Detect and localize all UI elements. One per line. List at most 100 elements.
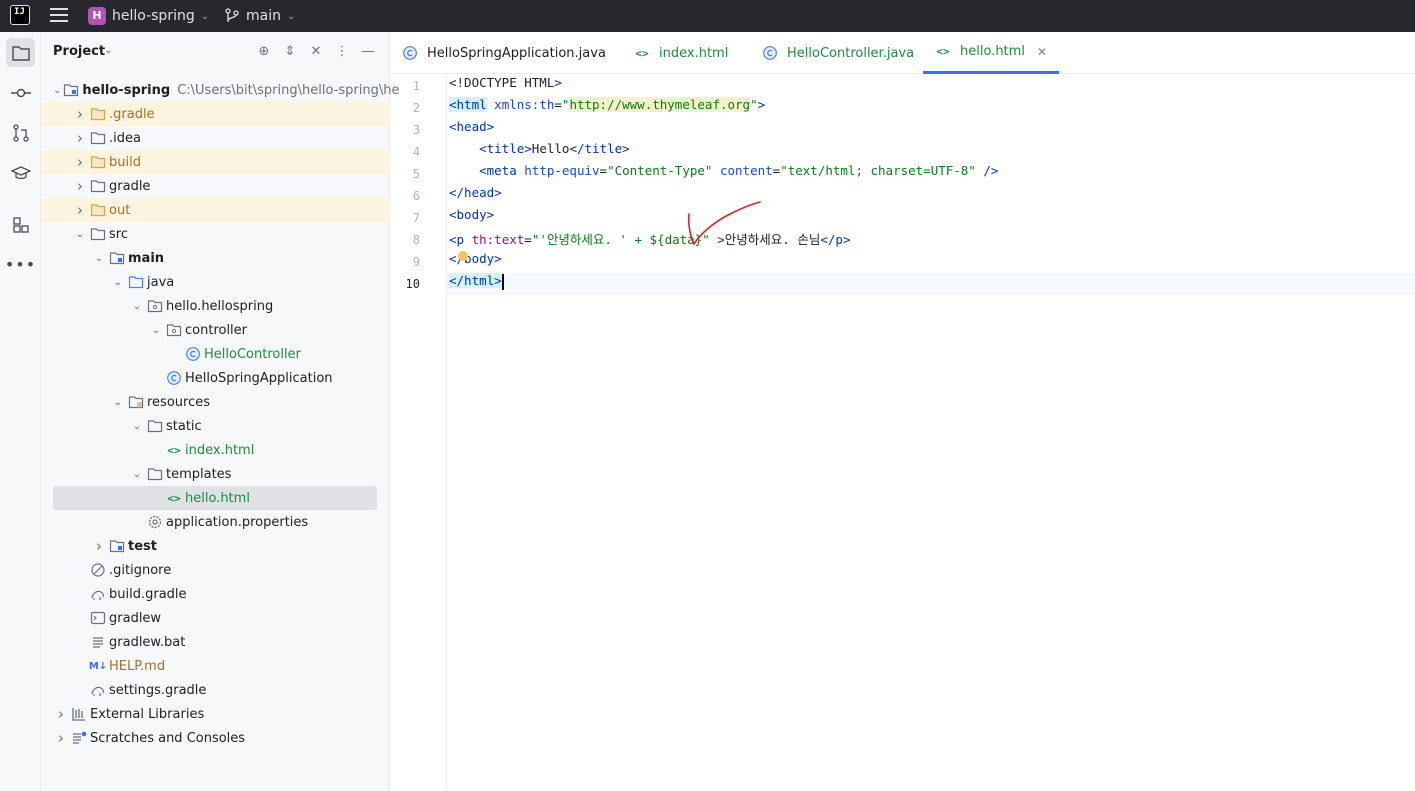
tab-hellocontroller-java[interactable]: HelloController.java	[762, 32, 914, 74]
code-line[interactable]: <head>	[447, 119, 1415, 141]
chevron-down-icon[interactable]: ⌄	[148, 325, 164, 336]
tab-index-html[interactable]: <> index.html	[634, 32, 728, 74]
java-class-icon	[402, 45, 418, 61]
code-editor[interactable]: <!DOCTYPE HTML> <html xmlns:th="http://ww…	[447, 74, 1415, 791]
code-line[interactable]: <p th:text="'안녕하세요. ' + ${data}" >안녕하세요.…	[447, 229, 1415, 251]
tree-item-hellocontroller[interactable]: HelloController	[41, 342, 390, 366]
project-switcher[interactable]: H hello-spring ⌄	[88, 3, 209, 29]
libraries-icon	[71, 706, 87, 722]
tree-item-hello-html[interactable]: <> hello.html	[41, 486, 390, 510]
tree-item-templates[interactable]: ⌄ templates	[41, 462, 390, 486]
tree-item-java[interactable]: ⌄ java	[41, 270, 390, 294]
commit-tool-button[interactable]	[6, 78, 35, 107]
tree-item-gradlew-bat[interactable]: gradlew.bat	[41, 630, 390, 654]
tree-item-hello-hellospring[interactable]: ⌄ hello.hellospring	[41, 294, 390, 318]
code-line[interactable]: <title>Hello</title>	[447, 141, 1415, 163]
options-icon[interactable]: ⋮	[334, 44, 350, 60]
tree-item-label: build	[109, 154, 141, 170]
chevron-right-icon[interactable]: ›	[91, 537, 107, 555]
chevron-down-icon[interactable]: ⌄	[129, 421, 145, 432]
tree-item-index-html[interactable]: <> index.html	[41, 438, 390, 462]
tree-item-label: build.gradle	[109, 586, 187, 602]
tree-item-build[interactable]: › build	[41, 150, 390, 174]
chevron-down-icon[interactable]: ⌄	[129, 301, 145, 312]
tree-item-hellospringapplication[interactable]: HelloSpringApplication	[41, 366, 390, 390]
code-line[interactable]: <meta http-equiv="Content-Type" content=…	[447, 163, 1415, 185]
tree-item-label: gradlew.bat	[109, 634, 186, 650]
tree-item-settings-gradle[interactable]: settings.gradle	[41, 678, 390, 702]
html-file-icon: <>	[167, 491, 181, 505]
chevron-right-icon[interactable]: ›	[72, 201, 88, 219]
intellij-logo-icon[interactable]: IJ	[10, 5, 30, 25]
tree-item-main[interactable]: ⌄ main	[41, 246, 390, 270]
resources-folder-icon	[128, 394, 144, 410]
code-line[interactable]: <!DOCTYPE HTML>	[447, 75, 1415, 97]
close-icon[interactable]: ✕	[1037, 45, 1047, 59]
chevron-right-icon[interactable]: ›	[72, 129, 88, 147]
module-folder-icon	[63, 82, 79, 98]
branch-switcher[interactable]: main ⌄	[224, 3, 295, 29]
chevron-right-icon[interactable]: ›	[72, 153, 88, 171]
branch-name: main	[246, 8, 281, 24]
tree-item-gradle[interactable]: › .gradle	[41, 102, 390, 126]
project-panel-header: Project ⌄ ⊕ ⇕ ✕ ⋮ —	[41, 32, 390, 74]
tab-hello-html[interactable]: <> hello.html ✕	[923, 32, 1059, 74]
tree-item-label: test	[128, 538, 157, 554]
locate-icon[interactable]: ⊕	[256, 44, 272, 60]
chevron-down-icon[interactable]: ⌄	[53, 85, 61, 96]
tree-item-build-gradle[interactable]: build.gradle	[41, 582, 390, 606]
tree-item-gradlew[interactable]: gradlew	[41, 606, 390, 630]
chevron-down-icon[interactable]: ⌄	[129, 469, 145, 480]
tree-item-hello-spring[interactable]: ⌄ hello-spring C:\Users\bit\spring\hello-s…	[41, 78, 399, 102]
excluded-folder-icon	[90, 154, 106, 170]
collapse-all-icon[interactable]: ✕	[308, 44, 324, 60]
tree-item-src[interactable]: ⌄ src	[41, 222, 390, 246]
tree-item-controller[interactable]: ⌄ controller	[41, 318, 390, 342]
tree-item-out[interactable]: › out	[41, 198, 390, 222]
tree-item-gitignore[interactable]: .gitignore	[41, 558, 390, 582]
main-menu-icon[interactable]	[50, 8, 68, 22]
tree-item-resources[interactable]: ⌄ resources	[41, 390, 390, 414]
structure-tool-button[interactable]	[6, 210, 35, 239]
panel-title[interactable]: Project	[53, 44, 105, 59]
pull-requests-tool-button[interactable]	[6, 118, 35, 147]
code-line[interactable]: </html>	[447, 273, 1415, 295]
module-folder-icon	[109, 538, 125, 554]
chevron-down-icon[interactable]: ⌄	[110, 397, 126, 408]
markdown-icon: M↓	[88, 660, 108, 672]
code-line[interactable]: <body>	[447, 207, 1415, 229]
chevron-down-icon[interactable]: ⌄	[110, 277, 126, 288]
tree-item-help-md[interactable]: M↓ HELP.md	[41, 654, 390, 678]
tree-item-application-properties[interactable]: application.properties	[41, 510, 390, 534]
chevron-right-icon[interactable]: ›	[53, 705, 69, 723]
pull-requests-icon	[12, 123, 29, 142]
tree-item-external-libraries[interactable]: › External Libraries	[41, 702, 390, 726]
code-line[interactable]: </head>	[447, 185, 1415, 207]
tree-item-scratches-and-consoles[interactable]: › Scratches and Consoles	[41, 726, 390, 750]
more-tool-button[interactable]: •••	[5, 250, 35, 279]
expand-all-icon[interactable]: ⇕	[282, 44, 298, 60]
tab-hellospringapplication-java[interactable]: HelloSpringApplication.java	[402, 32, 606, 74]
learn-tool-button[interactable]	[6, 158, 35, 187]
tree-item-idea[interactable]: › .idea	[41, 126, 390, 150]
tree-item-gradle[interactable]: › gradle	[41, 174, 390, 198]
tree-item-label: .gradle	[109, 106, 155, 122]
intention-bulb-icon[interactable]	[458, 251, 468, 261]
chevron-down-icon[interactable]: ⌄	[91, 253, 107, 264]
hide-icon[interactable]: —	[360, 44, 376, 60]
chevron-right-icon[interactable]: ›	[53, 729, 69, 747]
line-number: 4	[412, 145, 420, 159]
chevron-right-icon[interactable]: ›	[72, 177, 88, 195]
project-badge: H	[88, 7, 106, 25]
chevron-down-icon[interactable]: ⌄	[72, 229, 88, 240]
red-checkmark-annotation	[687, 201, 761, 246]
chevron-down-icon[interactable]: ⌄	[104, 45, 112, 56]
chevron-right-icon[interactable]: ›	[72, 105, 88, 123]
project-tool-button[interactable]	[6, 38, 35, 67]
code-line[interactable]: </body>	[447, 251, 1415, 273]
tree-item-label: hello.hellospring	[166, 298, 274, 314]
tree-item-test[interactable]: › test	[41, 534, 390, 558]
tree-item-static[interactable]: ⌄ static	[41, 414, 390, 438]
code-line[interactable]: <html xmlns:th="http://www.thymeleaf.org…	[447, 97, 1415, 119]
line-number: 8	[412, 233, 420, 247]
